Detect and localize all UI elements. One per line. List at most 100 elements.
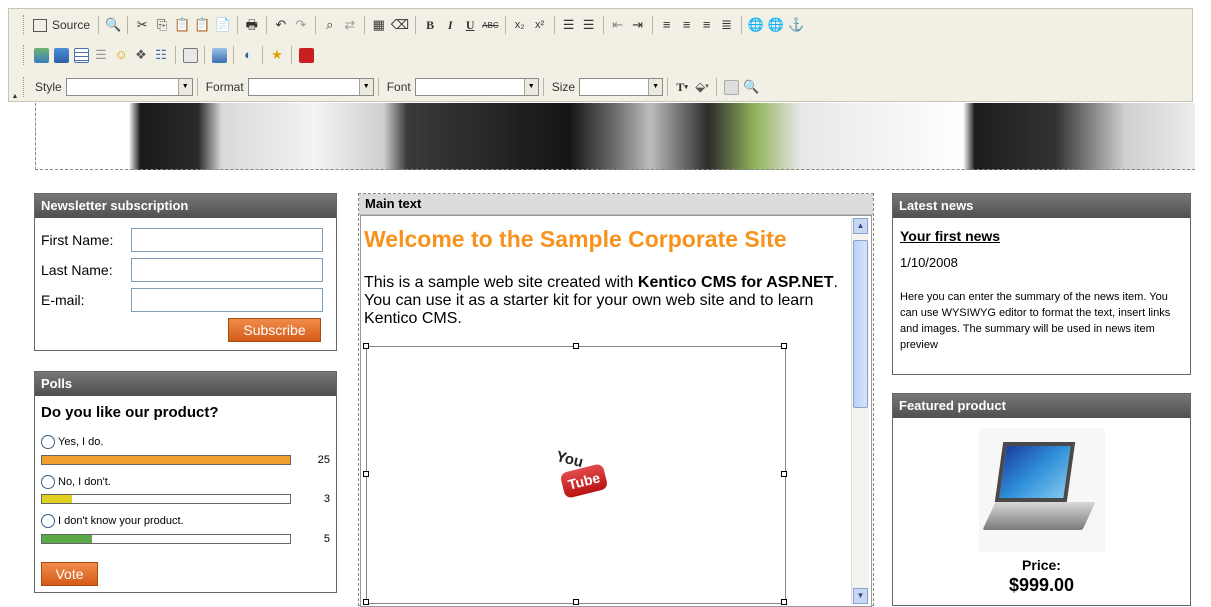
youtube-icon[interactable]: [298, 46, 314, 64]
chevron-down-icon[interactable]: ▼: [358, 79, 373, 95]
email-row: E-mail:: [41, 286, 323, 313]
news-item-link[interactable]: Your first news: [900, 228, 1000, 244]
intro-paragraph: This is a sample web site created with K…: [364, 274, 838, 327]
copy-icon[interactable]: ⎘: [154, 16, 170, 34]
poll-option[interactable]: Yes, I do.: [41, 435, 103, 449]
toolbar-separator: [314, 16, 316, 34]
collapse-toolbar-icon[interactable]: ▲: [11, 93, 19, 101]
toolbar-separator: [175, 46, 176, 64]
resize-handle[interactable]: [781, 471, 787, 477]
chevron-down-icon[interactable]: ▼: [523, 79, 538, 95]
format-select[interactable]: ▼: [247, 78, 374, 96]
print-icon[interactable]: 🖶: [244, 16, 260, 34]
numbered-list-icon[interactable]: ☰: [561, 16, 577, 34]
poll-option-label: I don't know your product.: [58, 515, 184, 527]
latest-news-box: Latest news Your first news 1/10/2008 He…: [892, 193, 1191, 375]
remove-format-icon[interactable]: ⌫: [391, 16, 409, 34]
paste-text-icon[interactable]: 📋: [194, 16, 210, 34]
spellcheck-icon[interactable]: 🔍: [743, 78, 759, 96]
paste-word-icon[interactable]: 📄: [215, 16, 231, 34]
scrollbar-thumb[interactable]: [853, 240, 868, 408]
redo-icon[interactable]: ↷: [293, 16, 309, 34]
horizontal-rule-icon[interactable]: ☰: [93, 46, 109, 64]
vote-button[interactable]: Vote: [41, 562, 98, 586]
replace-icon[interactable]: ⇄: [342, 16, 358, 34]
italic-icon[interactable]: I: [442, 16, 458, 34]
resize-handle[interactable]: [573, 599, 579, 605]
link-icon[interactable]: 🌐: [748, 16, 764, 34]
resize-handle[interactable]: [363, 471, 369, 477]
page-break-icon[interactable]: ☷: [153, 46, 169, 64]
web-part-icon[interactable]: ◐: [240, 46, 256, 64]
toolbar-grip[interactable]: [23, 77, 27, 97]
paste-icon[interactable]: 📋: [174, 16, 190, 34]
toolbar-separator: [667, 78, 669, 96]
main-text-editor[interactable]: Welcome to the Sample Corporate Site Thi…: [360, 215, 872, 607]
anchor-icon[interactable]: ⚓: [788, 16, 804, 34]
unlink-icon[interactable]: 🌐: [768, 16, 784, 34]
outdent-icon[interactable]: ⇤: [610, 16, 626, 34]
first-name-field[interactable]: [131, 227, 323, 252]
poll-result-bar: [41, 494, 291, 504]
smiley-icon[interactable]: ☺: [113, 46, 129, 64]
poll-icon[interactable]: ★: [269, 46, 285, 64]
select-all-icon[interactable]: ▦: [371, 16, 387, 34]
scroll-up-icon[interactable]: ▲: [853, 218, 868, 234]
chevron-down-icon[interactable]: ▼: [648, 79, 663, 95]
scroll-down-icon[interactable]: ▼: [853, 588, 868, 604]
resize-handle[interactable]: [781, 599, 787, 605]
flash-icon[interactable]: [53, 46, 69, 64]
text-color-button[interactable]: T ▾: [674, 78, 690, 96]
vertical-scrollbar[interactable]: ▲ ▼: [851, 218, 869, 604]
image-icon[interactable]: [33, 46, 49, 64]
resize-handle[interactable]: [781, 343, 787, 349]
chevron-down-icon[interactable]: ▼: [177, 79, 192, 95]
bulleted-list-icon[interactable]: ☰: [581, 16, 597, 34]
youtube-video-placeholder[interactable]: You Tube: [363, 343, 787, 605]
subscribe-button[interactable]: Subscribe: [228, 318, 321, 342]
radio-button[interactable]: [41, 514, 55, 528]
cut-icon[interactable]: ✂: [134, 16, 150, 34]
widget-icon[interactable]: [211, 46, 227, 64]
font-select[interactable]: ▼: [414, 78, 539, 96]
bold-icon[interactable]: B: [422, 16, 438, 34]
indent-icon[interactable]: ⇥: [630, 16, 646, 34]
align-left-icon[interactable]: ≡: [659, 16, 675, 34]
special-char-icon[interactable]: ❖: [133, 46, 149, 64]
subscript-icon[interactable]: x₂: [512, 16, 528, 34]
style-select[interactable]: ▼: [65, 78, 193, 96]
preview-icon[interactable]: 🔍: [105, 16, 121, 34]
laptop-image[interactable]: [979, 428, 1105, 552]
toolbar-row-3: Style ▼ Format ▼ Font ▼ Size ▼ T ▾ ⬙ ▾ 🔍: [23, 75, 761, 99]
radio-button[interactable]: [41, 435, 55, 449]
background-color-button[interactable]: ⬙ ▾: [694, 78, 710, 96]
toolbar-separator: [716, 78, 718, 96]
radio-button[interactable]: [41, 475, 55, 489]
resize-handle[interactable]: [363, 599, 369, 605]
find-icon[interactable]: ⌕: [322, 16, 338, 34]
align-center-icon[interactable]: ≡: [679, 16, 695, 34]
form-icon[interactable]: [182, 46, 198, 64]
underline-icon[interactable]: U: [462, 16, 478, 34]
strike-icon[interactable]: ABC: [482, 16, 498, 34]
undo-icon[interactable]: ↶: [273, 16, 289, 34]
poll-result-count: 25: [317, 454, 330, 466]
toolbar-grip[interactable]: [23, 45, 27, 65]
show-blocks-icon[interactable]: [723, 78, 739, 96]
toolbar-grip[interactable]: [23, 15, 27, 35]
align-right-icon[interactable]: ≡: [699, 16, 715, 34]
size-select[interactable]: ▼: [579, 78, 664, 96]
source-button[interactable]: Source: [33, 16, 92, 34]
resize-handle[interactable]: [363, 343, 369, 349]
justify-icon[interactable]: ≣: [719, 16, 735, 34]
poll-option[interactable]: I don't know your product.: [41, 514, 184, 528]
newsletter-box: Newsletter subscription First Name: Last…: [34, 193, 337, 351]
font-label: Font: [386, 80, 411, 94]
poll-option[interactable]: No, I don't.: [41, 475, 111, 489]
superscript-icon[interactable]: x²: [532, 16, 548, 34]
toolbar-row-2: ☰ ☺ ❖ ☷ ◐ ★: [23, 43, 316, 67]
resize-handle[interactable]: [573, 343, 579, 349]
email-field[interactable]: [131, 287, 323, 312]
table-icon[interactable]: [73, 46, 89, 64]
last-name-field[interactable]: [131, 257, 323, 282]
